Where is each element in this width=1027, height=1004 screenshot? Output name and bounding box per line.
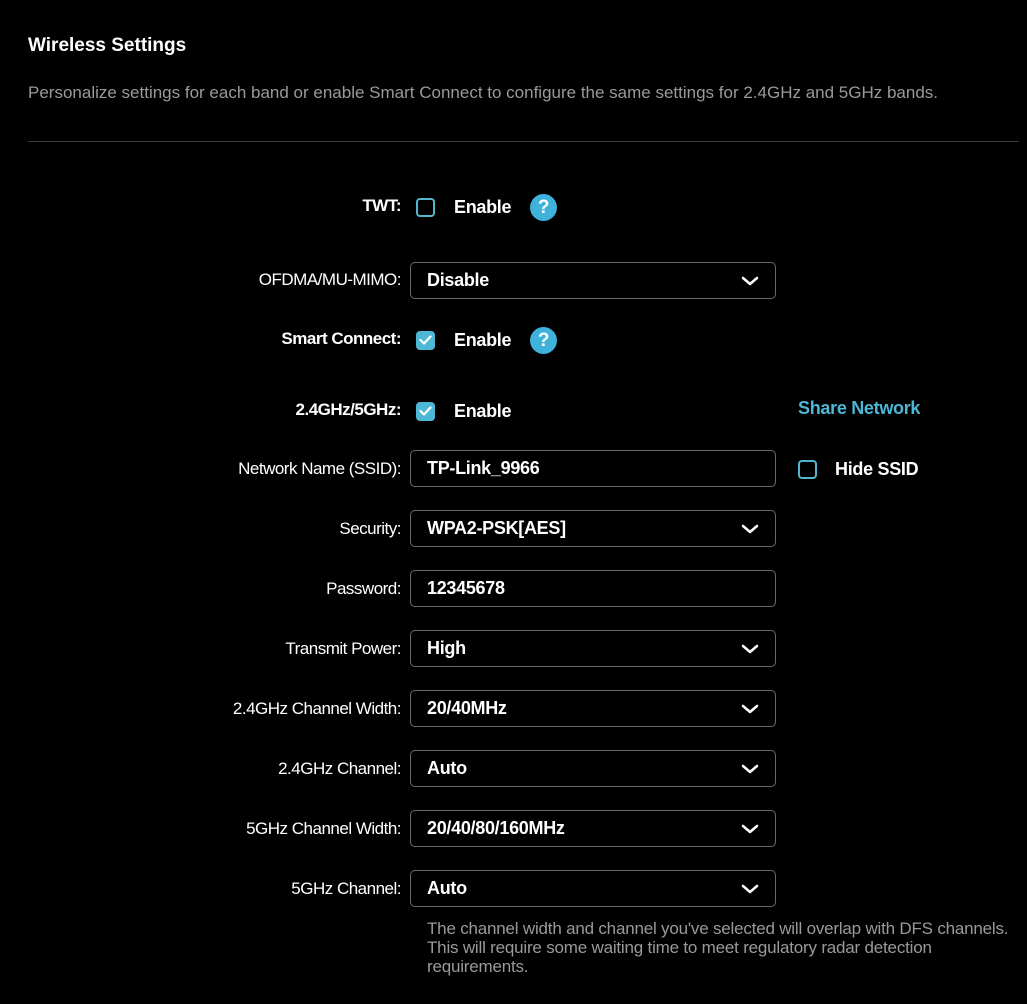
password-input-value: 12345678	[427, 578, 505, 598]
ssid-input-value: TP-Link_9966	[427, 458, 540, 478]
channel-24-select[interactable]: Auto	[410, 750, 776, 787]
ofdma-label: OFDMA/MU-MIMO:	[258, 270, 402, 289]
twt-enable-label[interactable]: Enable	[454, 197, 512, 218]
security-label: Security:	[339, 519, 401, 538]
band-enable-group[interactable]: Enable	[416, 398, 512, 424]
band-enable-checkbox[interactable]	[416, 401, 435, 421]
smart-connect-enable-group[interactable]: Enable ?	[416, 326, 558, 354]
check-icon	[419, 406, 432, 416]
chevron-down-icon	[741, 704, 759, 714]
twt-enable-group[interactable]: Enable ?	[416, 193, 558, 221]
security-select[interactable]: WPA2-PSK[AES]	[410, 510, 776, 547]
ofdma-select-value: Disable	[427, 270, 489, 290]
band-enable-label[interactable]: Enable	[454, 401, 512, 422]
channel-24-label: 2.4GHz Channel:	[278, 759, 401, 778]
channel-width-24-select-value: 20/40MHz	[427, 698, 507, 718]
check-icon	[419, 335, 432, 345]
ssid-label: Network Name (SSID):	[238, 459, 401, 478]
chevron-down-icon	[741, 524, 759, 534]
band-label: 2.4GHz/5GHz:	[295, 400, 402, 419]
twt-enable-checkbox[interactable]	[416, 197, 435, 217]
page-title: Wireless Settings	[28, 35, 187, 56]
ofdma-select[interactable]: Disable	[410, 262, 776, 299]
chevron-down-icon	[741, 884, 759, 894]
channel-width-24-label: 2.4GHz Channel Width:	[232, 699, 402, 718]
wireless-settings-page: Wireless Settings Personalize settings f…	[0, 0, 1027, 1004]
channel-5-select[interactable]: Auto	[410, 870, 776, 907]
chevron-down-icon	[741, 644, 759, 654]
chevron-down-icon	[741, 276, 759, 286]
divider	[28, 141, 1019, 142]
smart-connect-enable-label[interactable]: Enable	[454, 330, 512, 351]
chevron-down-icon	[741, 764, 759, 774]
channel-width-5-select[interactable]: 20/40/80/160MHz	[410, 810, 776, 847]
security-select-value: WPA2-PSK[AES]	[427, 518, 566, 538]
password-input[interactable]: 12345678	[410, 570, 776, 607]
question-mark-icon[interactable]: ?	[530, 326, 558, 354]
smart-connect-label: Smart Connect:	[281, 329, 401, 348]
dfs-note: The channel width and channel you've sel…	[427, 919, 1009, 976]
channel-width-5-label: 5GHz Channel Width:	[246, 819, 401, 838]
page-description: Personalize settings for each band or en…	[28, 83, 939, 102]
hide-ssid-checkbox[interactable]	[798, 459, 817, 479]
channel-width-5-select-value: 20/40/80/160MHz	[427, 818, 565, 838]
channel-5-select-value: Auto	[427, 878, 467, 898]
transmit-power-label: Transmit Power:	[285, 639, 401, 658]
transmit-power-select[interactable]: High	[410, 630, 776, 667]
twt-label: TWT:	[362, 196, 401, 215]
channel-width-24-select[interactable]: 20/40MHz	[410, 690, 776, 727]
smart-connect-checkbox[interactable]	[416, 330, 435, 350]
password-label: Password:	[326, 579, 401, 598]
channel-24-select-value: Auto	[427, 758, 467, 778]
hide-ssid-group[interactable]: Hide SSID	[798, 456, 919, 482]
share-network-link[interactable]: Share Network	[798, 398, 920, 419]
hide-ssid-label[interactable]: Hide SSID	[835, 459, 919, 480]
chevron-down-icon	[741, 824, 759, 834]
ssid-input[interactable]: TP-Link_9966	[410, 450, 776, 487]
question-mark-icon[interactable]: ?	[530, 193, 558, 221]
transmit-power-select-value: High	[427, 638, 466, 658]
channel-5-label: 5GHz Channel:	[291, 879, 401, 898]
